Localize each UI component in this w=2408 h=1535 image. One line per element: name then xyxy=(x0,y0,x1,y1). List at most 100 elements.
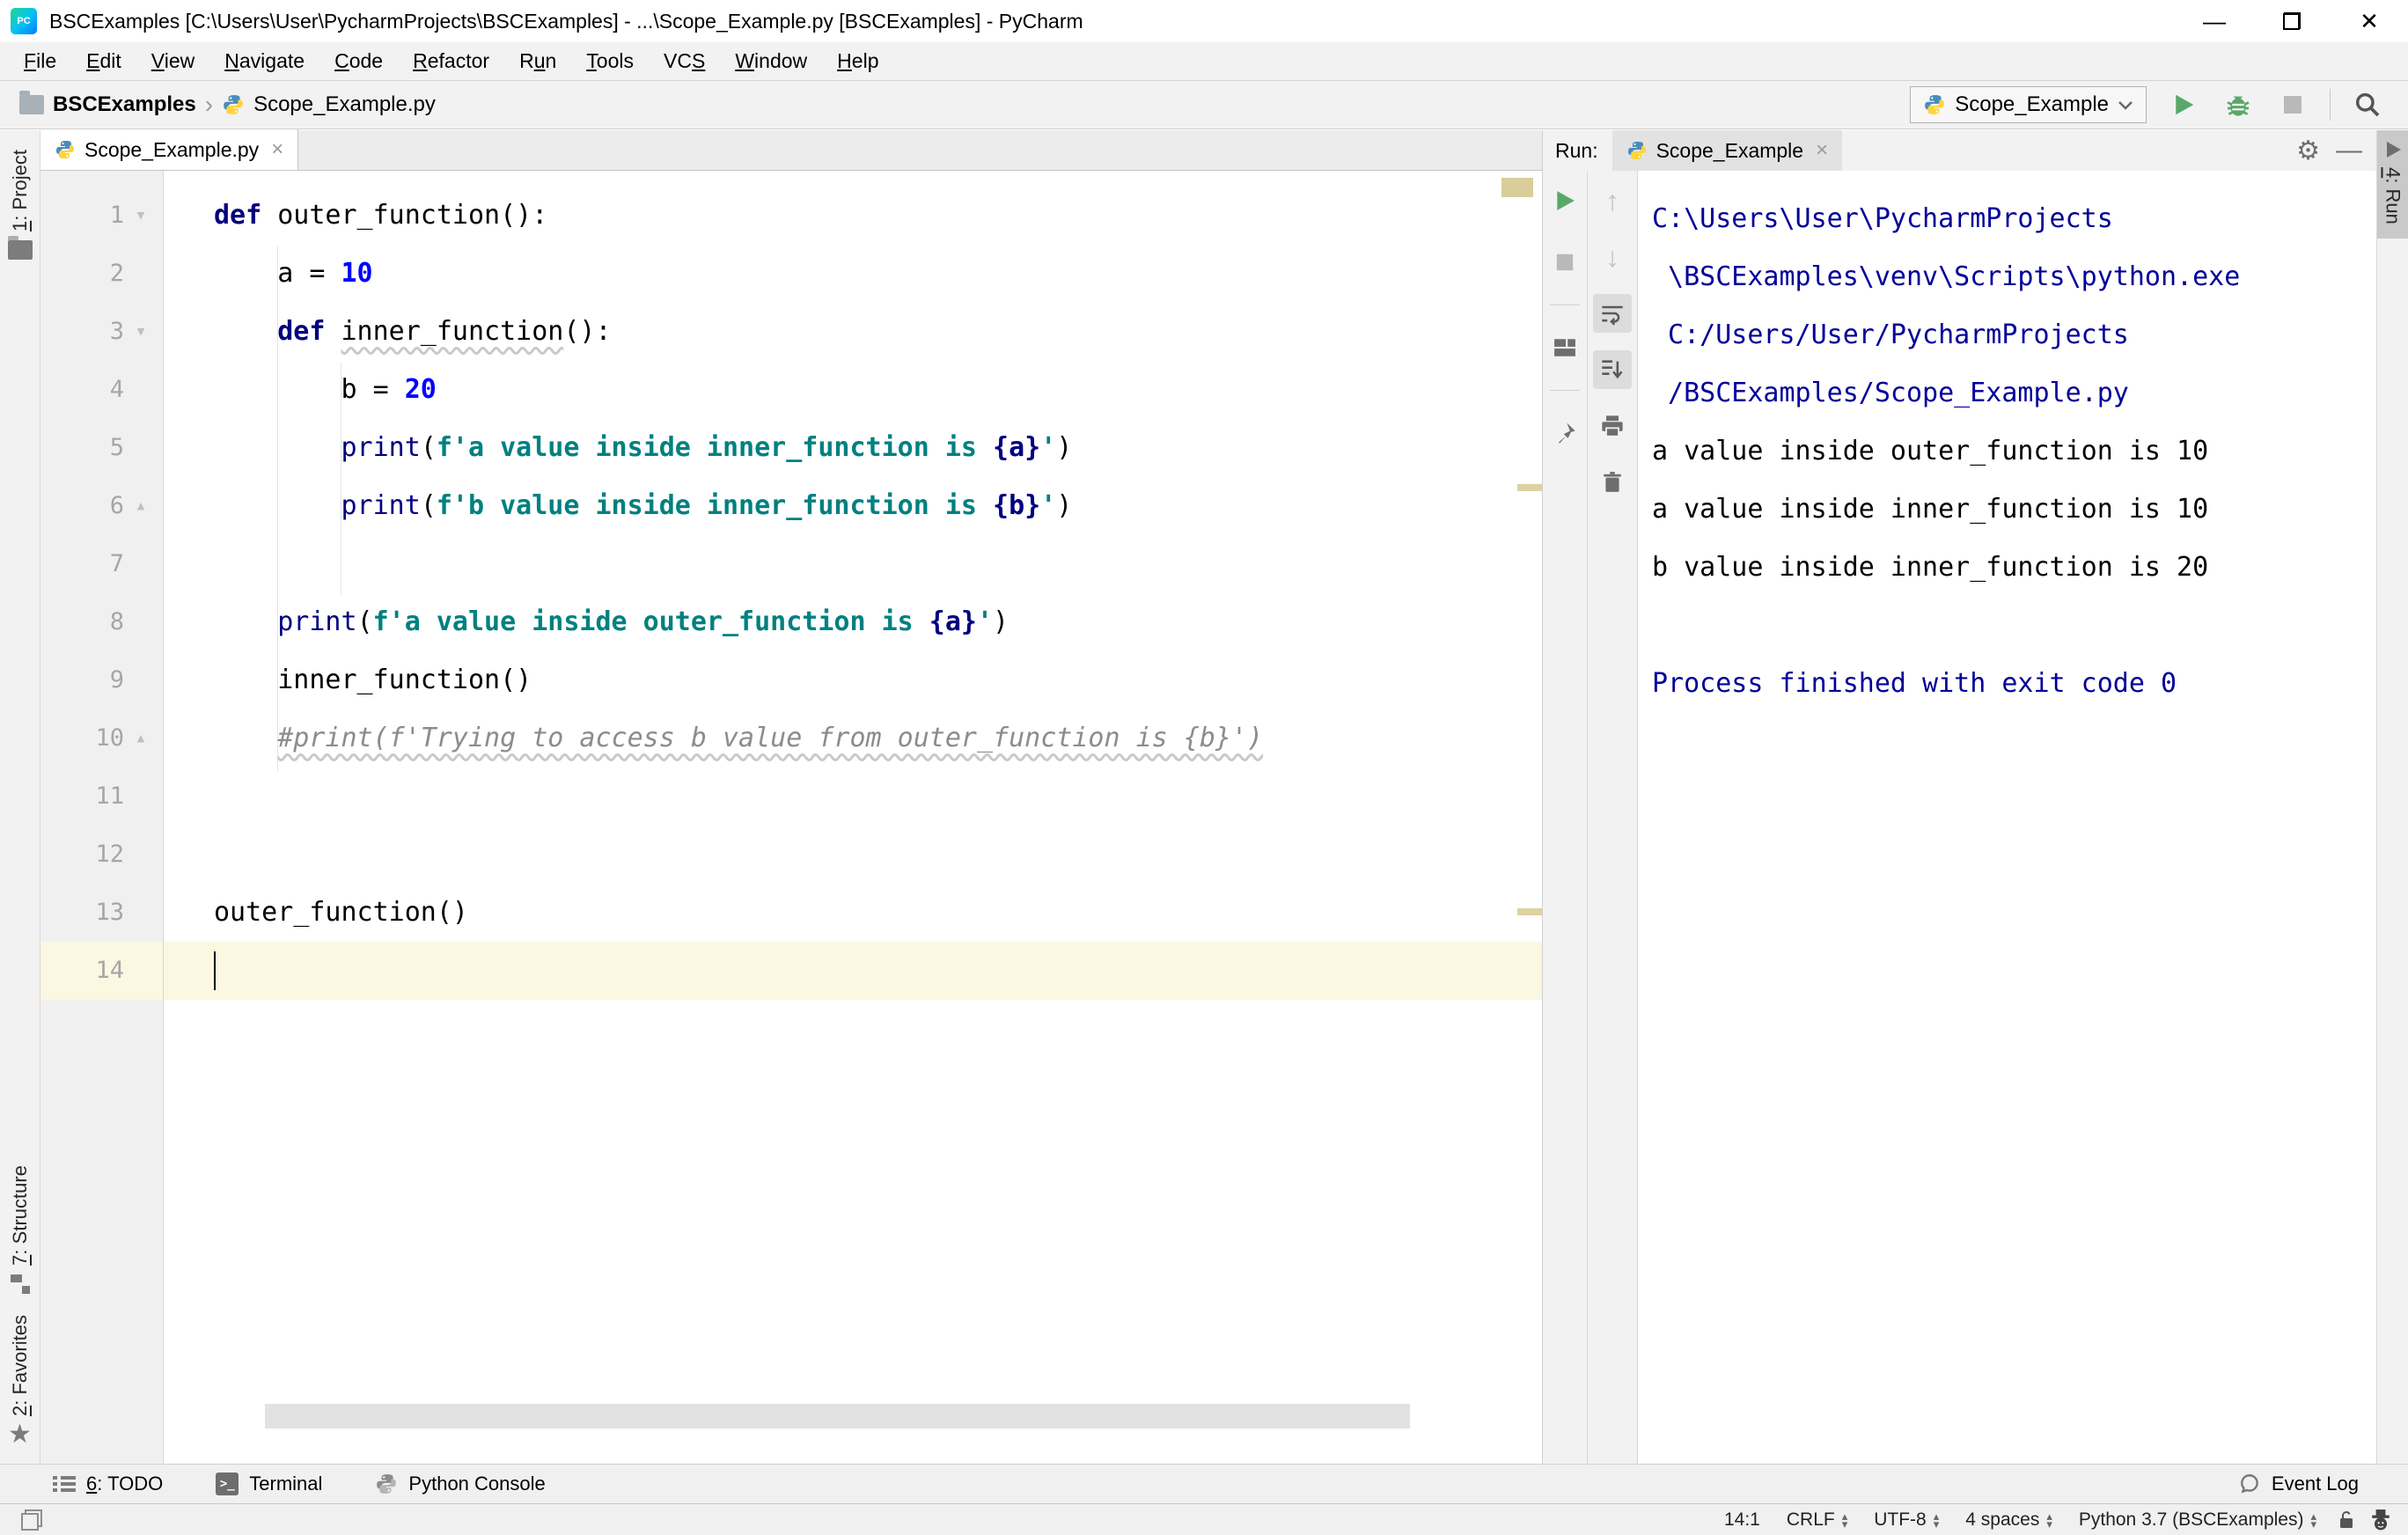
gear-icon[interactable]: ⚙ xyxy=(2296,136,2320,166)
soft-wrap-button[interactable] xyxy=(1593,294,1632,333)
window-controls: — ✕ xyxy=(2176,0,2408,42)
run-console-output[interactable]: C:\Users\User\PycharmProjects \BSCExampl… xyxy=(1638,171,2376,1464)
scroll-to-end-button[interactable] xyxy=(1593,350,1632,389)
caret-line-highlight xyxy=(40,942,1542,1000)
line-number[interactable]: 9 xyxy=(40,651,163,709)
status-14-1[interactable]: 14:1 xyxy=(1717,1509,1767,1531)
line-number[interactable]: 11 xyxy=(40,768,163,826)
tool-window-switcher-icon[interactable] xyxy=(21,1509,42,1531)
fold-marker-icon[interactable]: ▴ xyxy=(131,709,150,768)
editor-tab[interactable]: Scope_Example.py × xyxy=(40,129,298,170)
search-everywhere-icon[interactable] xyxy=(2350,87,2385,122)
code-line[interactable]: inner_function() xyxy=(164,651,1542,709)
code-line[interactable]: outer_function() xyxy=(164,884,1542,942)
menu-view[interactable]: View xyxy=(136,49,209,73)
console-line: Process finished with exit code 0 xyxy=(1652,655,2376,713)
line-number[interactable]: 6▴ xyxy=(40,477,163,535)
run-button[interactable] xyxy=(2166,87,2201,122)
inspections-hector-icon[interactable] xyxy=(2369,1509,2392,1531)
line-number[interactable]: 14 xyxy=(40,942,163,1000)
debug-button[interactable] xyxy=(2221,87,2256,122)
menu-vcs[interactable]: VCS xyxy=(649,49,720,73)
navigation-toolbar: BSCExamples › Scope_Example.py Scope_Exa… xyxy=(0,81,2408,129)
up-stacktrace-button: ↑ xyxy=(1593,181,1632,220)
fold-marker-icon[interactable]: ▾ xyxy=(131,303,150,361)
event-log-item[interactable]: Event Log xyxy=(2238,1473,2359,1495)
tool-stripe-run[interactable]: 4: Run xyxy=(2377,130,2408,239)
right-tool-stripe: 4: Run xyxy=(2376,130,2408,1464)
code-line[interactable]: def inner_function(): xyxy=(164,303,1542,361)
menu-tools[interactable]: Tools xyxy=(571,49,649,73)
menu-file[interactable]: File xyxy=(9,49,71,73)
run-tab-close-icon[interactable]: × xyxy=(1816,138,1828,163)
line-number[interactable]: 7 xyxy=(40,535,163,593)
menu-window[interactable]: Window xyxy=(720,49,822,73)
menu-navigate[interactable]: Navigate xyxy=(209,49,319,73)
editor-tab-bar: Scope_Example.py × xyxy=(40,130,1542,171)
code-line[interactable] xyxy=(164,768,1542,826)
menu-help[interactable]: Help xyxy=(822,49,893,73)
run-configuration-select[interactable]: Scope_Example xyxy=(1910,86,2147,123)
status-python-3-7-bscexamples-[interactable]: Python 3.7 (BSCExamples)▴▾ xyxy=(2072,1509,2324,1531)
line-number[interactable]: 13 xyxy=(40,884,163,942)
favorites-stripe-label: 2: Favorites xyxy=(9,1315,32,1416)
restore-button[interactable] xyxy=(2253,0,2331,42)
code-line[interactable] xyxy=(164,826,1542,884)
tool-stripe-project[interactable]: 1: Project xyxy=(8,139,33,270)
toolbar-separator xyxy=(2330,89,2331,121)
code-line[interactable]: print(f'a value inside inner_function is… xyxy=(164,419,1542,477)
code-line[interactable]: a = 10 xyxy=(164,245,1542,303)
run-tab[interactable]: Scope_Example × xyxy=(1612,130,1843,171)
line-number[interactable]: 2 xyxy=(40,245,163,303)
code-editor[interactable]: def outer_function(): a = 10 def inner_f… xyxy=(164,171,1542,1464)
code-line[interactable]: print(f'a value inside outer_function is… xyxy=(164,593,1542,651)
status-4-spaces[interactable]: 4 spaces▴▾ xyxy=(1958,1509,2059,1531)
fold-marker-icon[interactable]: ▴ xyxy=(131,477,150,535)
console-line: a value inside inner_function is 10 xyxy=(1652,481,2376,539)
line-number[interactable]: 10▴ xyxy=(40,709,163,768)
down-stacktrace-button: ↓ xyxy=(1593,238,1632,276)
console-line: C:\Users\User\PycharmProjects xyxy=(1652,190,2376,248)
unlock-icon[interactable] xyxy=(2336,1509,2357,1531)
line-number[interactable]: 5 xyxy=(40,419,163,477)
code-line[interactable] xyxy=(164,535,1542,593)
breadcrumb-project[interactable]: BSCExamples xyxy=(53,92,196,117)
hide-panel-icon[interactable]: — xyxy=(2336,136,2362,165)
close-button[interactable]: ✕ xyxy=(2331,0,2408,42)
code-line[interactable]: b = 20 xyxy=(164,361,1542,419)
python-file-icon xyxy=(222,93,245,116)
status-crlf[interactable]: CRLF▴▾ xyxy=(1780,1509,1854,1531)
tool-stripe-todo[interactable]: 6: TODO xyxy=(53,1473,163,1495)
minimize-button[interactable]: — xyxy=(2176,0,2253,42)
rerun-button[interactable] xyxy=(1545,181,1584,220)
line-number[interactable]: 12 xyxy=(40,826,163,884)
status-utf-8[interactable]: UTF-8▴▾ xyxy=(1867,1509,1946,1531)
code-line[interactable] xyxy=(164,942,1542,1000)
code-line[interactable]: #print(f'Trying to access b value from o… xyxy=(164,709,1542,768)
line-number[interactable]: 4 xyxy=(40,361,163,419)
tool-stripe-terminal[interactable]: >_ Terminal xyxy=(216,1473,322,1495)
code-line[interactable]: print(f'b value inside inner_function is… xyxy=(164,477,1542,535)
menu-run[interactable]: Run xyxy=(504,49,571,73)
tool-stripe-structure[interactable]: 7: Structure xyxy=(9,1155,32,1304)
console-line: b value inside inner_function is 20 xyxy=(1652,539,2376,597)
line-number[interactable]: 8 xyxy=(40,593,163,651)
breadcrumb-file[interactable]: Scope_Example.py xyxy=(253,92,436,117)
stop-process-button xyxy=(1545,243,1584,282)
clear-console-button[interactable] xyxy=(1593,463,1632,502)
title-bar: PC BSCExamples [C:\Users\User\PycharmPro… xyxy=(0,0,2408,42)
pin-tab-button[interactable] xyxy=(1545,414,1584,452)
menu-refactor[interactable]: Refactor xyxy=(398,49,504,73)
terminal-icon: >_ xyxy=(216,1473,239,1495)
fold-marker-icon[interactable]: ▾ xyxy=(131,187,150,245)
menu-code[interactable]: Code xyxy=(319,49,398,73)
tab-close-icon[interactable]: × xyxy=(271,137,283,162)
print-button[interactable] xyxy=(1593,407,1632,445)
line-number[interactable]: 1▾ xyxy=(40,187,163,245)
code-line[interactable]: def outer_function(): xyxy=(164,187,1542,245)
line-number[interactable]: 3▾ xyxy=(40,303,163,361)
tool-stripe-favorites[interactable]: 2: Favorites ★ xyxy=(8,1304,32,1455)
restore-layout-button[interactable] xyxy=(1545,328,1584,367)
menu-edit[interactable]: Edit xyxy=(71,49,136,73)
tool-stripe-python-console[interactable]: Python Console xyxy=(375,1473,545,1495)
